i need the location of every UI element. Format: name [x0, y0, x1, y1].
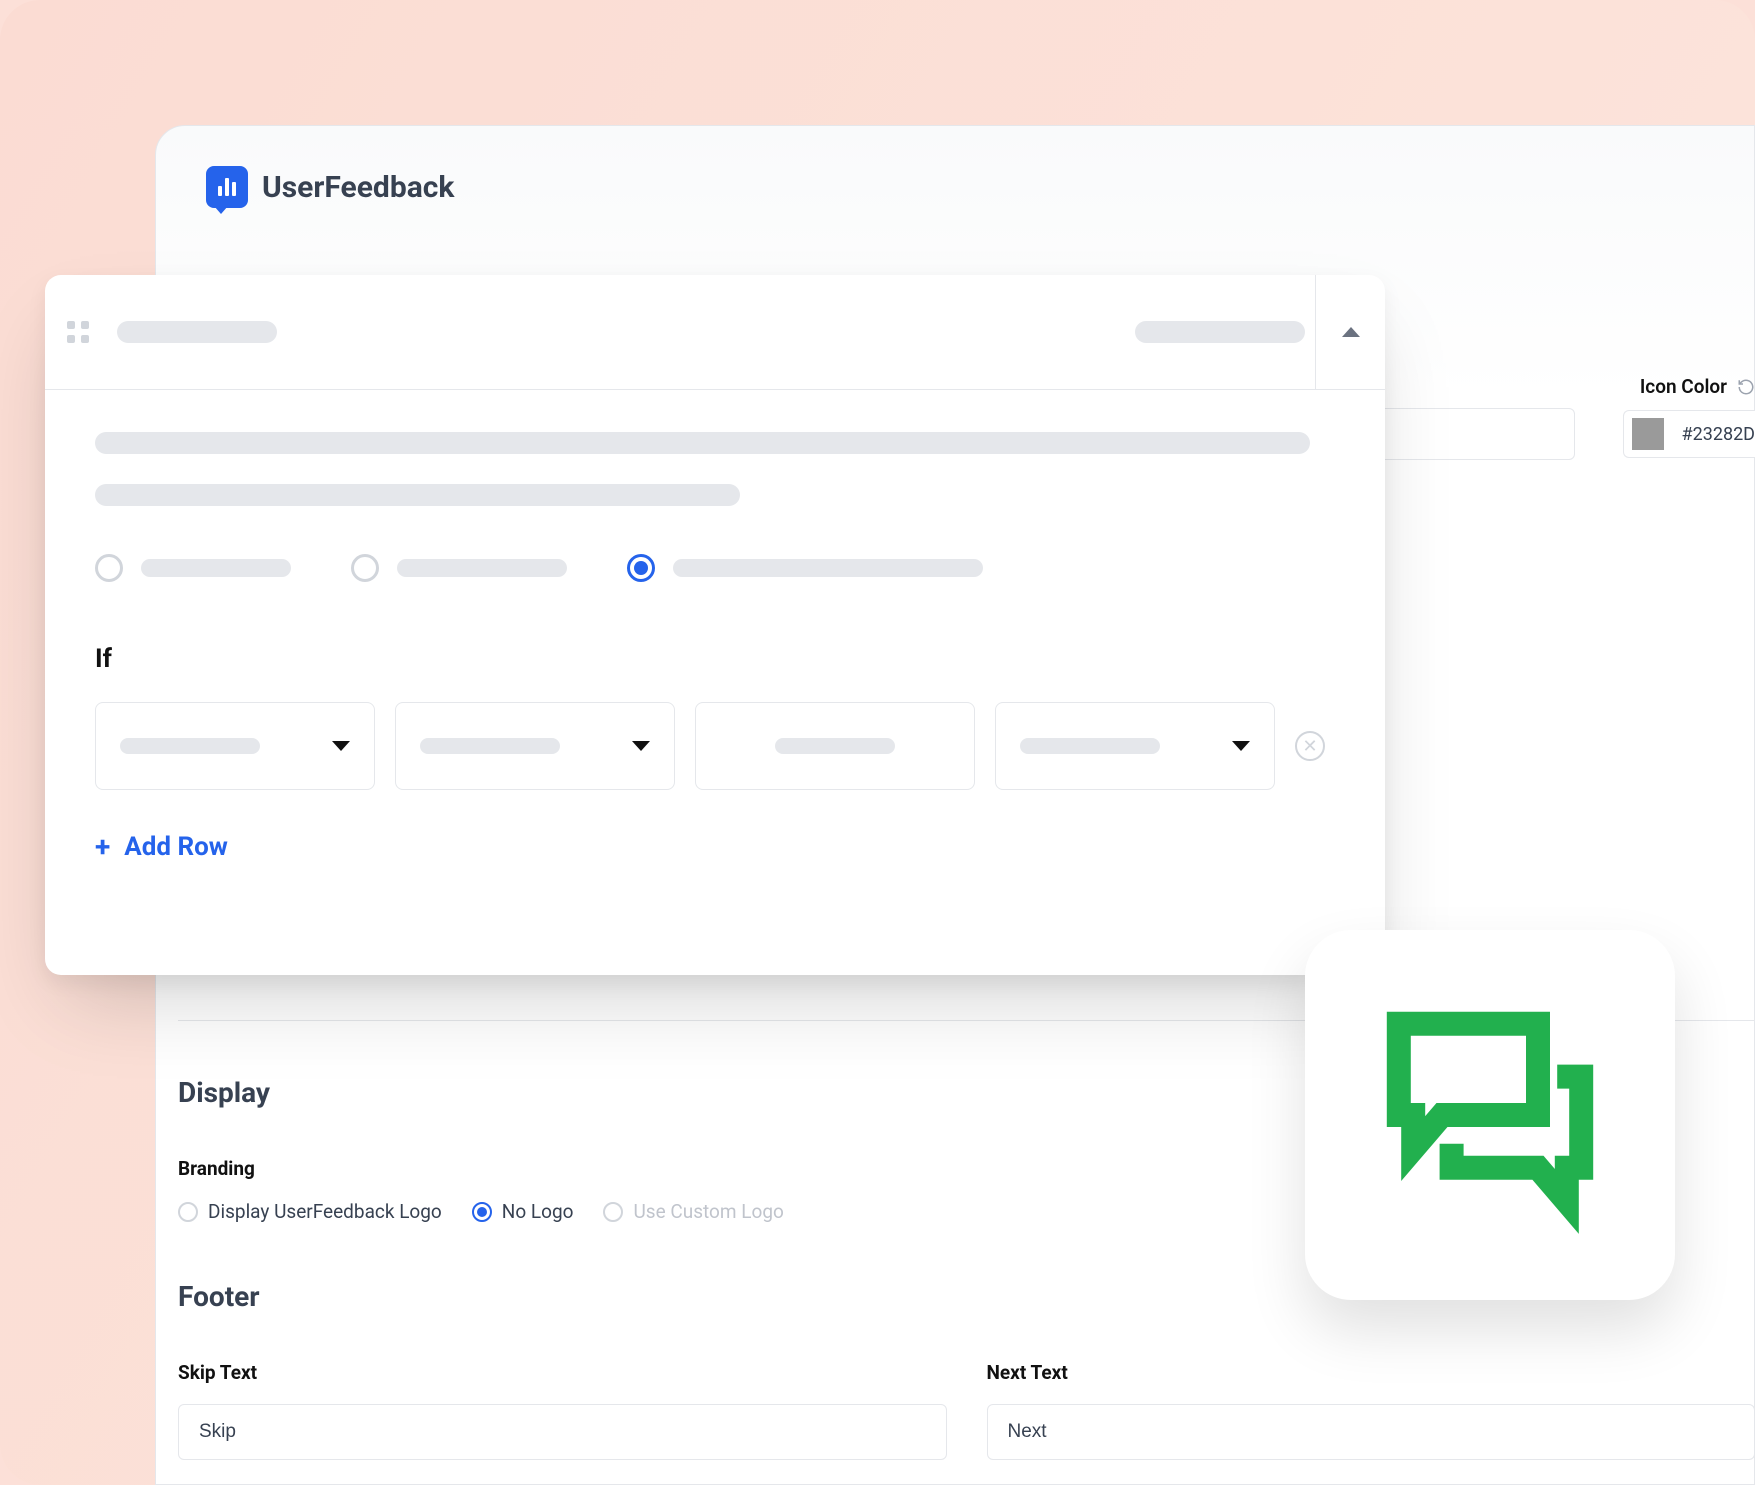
chevron-down-icon: [632, 741, 650, 751]
condition-select-1[interactable]: [95, 702, 375, 790]
radio-icon: [351, 554, 379, 582]
radio-icon: [603, 1202, 623, 1222]
condition-row: ✕: [95, 702, 1335, 790]
select-placeholder: [420, 738, 560, 754]
app-header: UserFeedback: [206, 166, 1704, 208]
icon-color-row: Icon Color: [1640, 375, 1755, 398]
reset-icon[interactable]: [1737, 378, 1755, 396]
option-row: [95, 554, 1335, 582]
logic-card: If ✕ + Add Row: [45, 275, 1385, 975]
radio-icon: [627, 554, 655, 582]
branding-option-custom-logo: Use Custom Logo: [603, 1200, 783, 1223]
card-title-placeholder: [117, 321, 277, 343]
app-logo-icon: [206, 166, 248, 208]
card-badge-placeholder: [1135, 321, 1305, 343]
radio-icon: [472, 1202, 492, 1222]
input-placeholder: [775, 738, 895, 754]
branding-option-show-logo[interactable]: Display UserFeedback Logo: [178, 1200, 442, 1223]
add-row-label: Add Row: [124, 832, 228, 862]
plus-icon: +: [95, 830, 110, 863]
footer-section: Footer Skip Text Next Text: [178, 1280, 1755, 1460]
next-text-label: Next Text: [987, 1361, 1755, 1384]
text-placeholder: [95, 484, 740, 506]
chat-bubbles-icon: [1370, 995, 1610, 1235]
drag-handle-icon[interactable]: [67, 321, 89, 343]
collapse-button[interactable]: [1315, 275, 1385, 389]
add-row-button[interactable]: + Add Row: [95, 830, 1335, 863]
app-name: UserFeedback: [262, 170, 454, 205]
chevron-up-icon: [1342, 327, 1360, 337]
radio-label: Use Custom Logo: [633, 1200, 783, 1223]
condition-select-3[interactable]: [995, 702, 1275, 790]
option-label-placeholder: [673, 559, 983, 577]
option-2[interactable]: [351, 554, 567, 582]
branding-option-no-logo[interactable]: No Logo: [472, 1200, 574, 1223]
color-value: #23282D: [1682, 424, 1755, 445]
select-placeholder: [1020, 738, 1160, 754]
chevron-down-icon: [332, 741, 350, 751]
remove-row-button[interactable]: ✕: [1295, 731, 1325, 761]
radio-label: No Logo: [502, 1200, 574, 1223]
card-header: [45, 275, 1385, 390]
close-icon: ✕: [1302, 736, 1317, 757]
skip-text-label: Skip Text: [178, 1361, 947, 1384]
text-placeholder: [95, 432, 1310, 454]
option-3[interactable]: [627, 554, 983, 582]
icon-color-label: Icon Color: [1640, 375, 1727, 398]
condition-input[interactable]: [695, 702, 975, 790]
color-swatch[interactable]: [1632, 418, 1664, 450]
icon-color-input[interactable]: #23282D: [1623, 410, 1755, 458]
option-1[interactable]: [95, 554, 291, 582]
select-placeholder: [120, 738, 260, 754]
if-label: If: [95, 644, 1335, 674]
radio-label: Display UserFeedback Logo: [208, 1200, 442, 1223]
skip-text-input[interactable]: [178, 1404, 947, 1460]
radio-icon: [95, 554, 123, 582]
chat-widget-preview: [1305, 930, 1675, 1300]
radio-icon: [178, 1202, 198, 1222]
option-label-placeholder: [397, 559, 567, 577]
chevron-down-icon: [1232, 741, 1250, 751]
next-text-input[interactable]: [987, 1404, 1755, 1460]
option-label-placeholder: [141, 559, 291, 577]
condition-select-2[interactable]: [395, 702, 675, 790]
